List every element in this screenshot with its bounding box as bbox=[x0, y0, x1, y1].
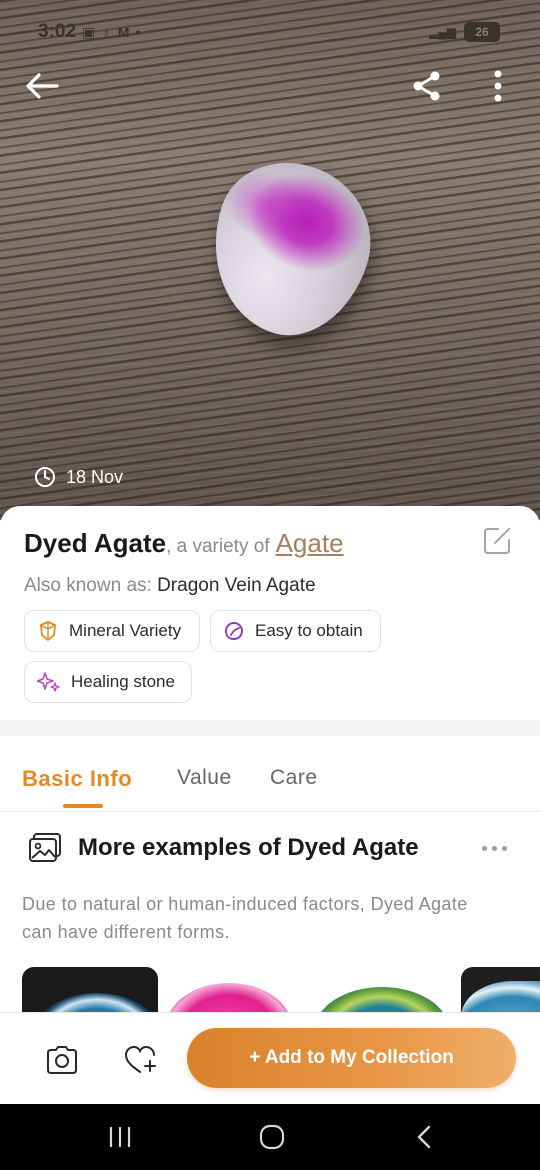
dot bbox=[502, 845, 507, 851]
camera-button[interactable] bbox=[44, 1044, 80, 1076]
gmail-status-icon: M bbox=[117, 24, 130, 40]
examples-description: Due to natural or human-induced factors,… bbox=[22, 894, 468, 942]
examples-title: More examples of Dyed Agate bbox=[78, 834, 419, 861]
mineral-icon bbox=[40, 621, 56, 642]
add-to-collection-button[interactable]: + Add to My Collection bbox=[187, 1028, 516, 1088]
recent-apps-button[interactable] bbox=[100, 1122, 140, 1152]
home-icon bbox=[259, 1124, 285, 1150]
edit-button[interactable] bbox=[482, 526, 512, 556]
share-icon bbox=[413, 71, 440, 101]
edit-icon bbox=[484, 528, 510, 554]
variety-prefix: , a variety of bbox=[166, 536, 270, 557]
parent-species-link[interactable]: Agate bbox=[276, 528, 344, 559]
chevron-left-icon bbox=[417, 1125, 431, 1149]
system-back-button[interactable] bbox=[404, 1122, 444, 1152]
tag-label: Easy to obtain bbox=[255, 621, 363, 640]
back-arrow-icon bbox=[26, 73, 59, 99]
aka-value: Dragon Vein Agate bbox=[157, 575, 316, 596]
aka-label: Also known as: bbox=[24, 575, 158, 596]
gallery-icon bbox=[29, 833, 61, 862]
photo-date: 18 Nov bbox=[34, 466, 123, 488]
tag-easy-to-obtain[interactable]: Easy to obtain bbox=[210, 610, 381, 652]
tag-label: Healing stone bbox=[71, 672, 175, 691]
photo-date-text: 18 Nov bbox=[66, 466, 124, 487]
examples-more-button[interactable] bbox=[482, 838, 510, 858]
dot bbox=[492, 845, 497, 851]
dot-status-icon: • bbox=[135, 24, 141, 40]
status-bar: 3:02 ▣ ♁ M • ▂▄▆ 26 bbox=[38, 18, 500, 46]
bottom-action-bar: + Add to My Collection bbox=[0, 1012, 540, 1104]
obtain-icon bbox=[224, 621, 244, 641]
more-vertical-icon bbox=[494, 70, 502, 102]
favorite-button[interactable] bbox=[123, 1044, 159, 1076]
examples-header: More examples of Dyed Agate bbox=[28, 832, 419, 864]
species-info-card: Dyed Agate , a variety of Agate Also kno… bbox=[0, 506, 540, 720]
more-options-button[interactable] bbox=[476, 64, 520, 108]
tag-label: Mineral Variety bbox=[69, 621, 182, 640]
signal-icon: ▂▄▆ bbox=[429, 25, 456, 39]
title-row: Dyed Agate , a variety of Agate bbox=[24, 528, 470, 559]
tab-value[interactable]: Value bbox=[177, 766, 232, 790]
battery-icon: 26 bbox=[464, 22, 500, 42]
dot bbox=[482, 845, 487, 851]
clock-icon bbox=[35, 467, 55, 487]
species-title: Dyed Agate bbox=[24, 528, 167, 558]
share-button[interactable] bbox=[405, 64, 449, 108]
screenshot-status-icon: ▣ bbox=[82, 23, 96, 40]
tab-care[interactable]: Care bbox=[270, 766, 318, 790]
section-tabs: Basic Info Value Care bbox=[0, 736, 540, 812]
back-button[interactable] bbox=[20, 64, 64, 108]
camera-icon bbox=[47, 1046, 77, 1074]
heart-plus-icon bbox=[124, 1045, 156, 1073]
system-navigation-bar bbox=[0, 1104, 540, 1170]
home-button[interactable] bbox=[252, 1122, 292, 1152]
active-tab-indicator bbox=[63, 804, 103, 808]
tab-basic-info[interactable]: Basic Info bbox=[22, 766, 132, 792]
tag-healing-stone[interactable]: Healing stone bbox=[24, 661, 192, 703]
recents-icon bbox=[109, 1126, 131, 1148]
identified-photo: 3:02 ▣ ♁ M • ▂▄▆ 26 18 Nov bbox=[0, 0, 540, 520]
agate-stone-image bbox=[189, 144, 391, 354]
sparkle-icon bbox=[37, 672, 60, 692]
more-examples-section: More examples of Dyed Agate Due to natur… bbox=[0, 812, 540, 1032]
also-known-as: Also known as: Dragon Vein Agate bbox=[24, 575, 316, 597]
notification-status-icon: ♁ bbox=[101, 24, 112, 40]
status-time: 3:02 bbox=[38, 21, 77, 42]
tag-mineral-variety[interactable]: Mineral Variety bbox=[24, 610, 200, 652]
